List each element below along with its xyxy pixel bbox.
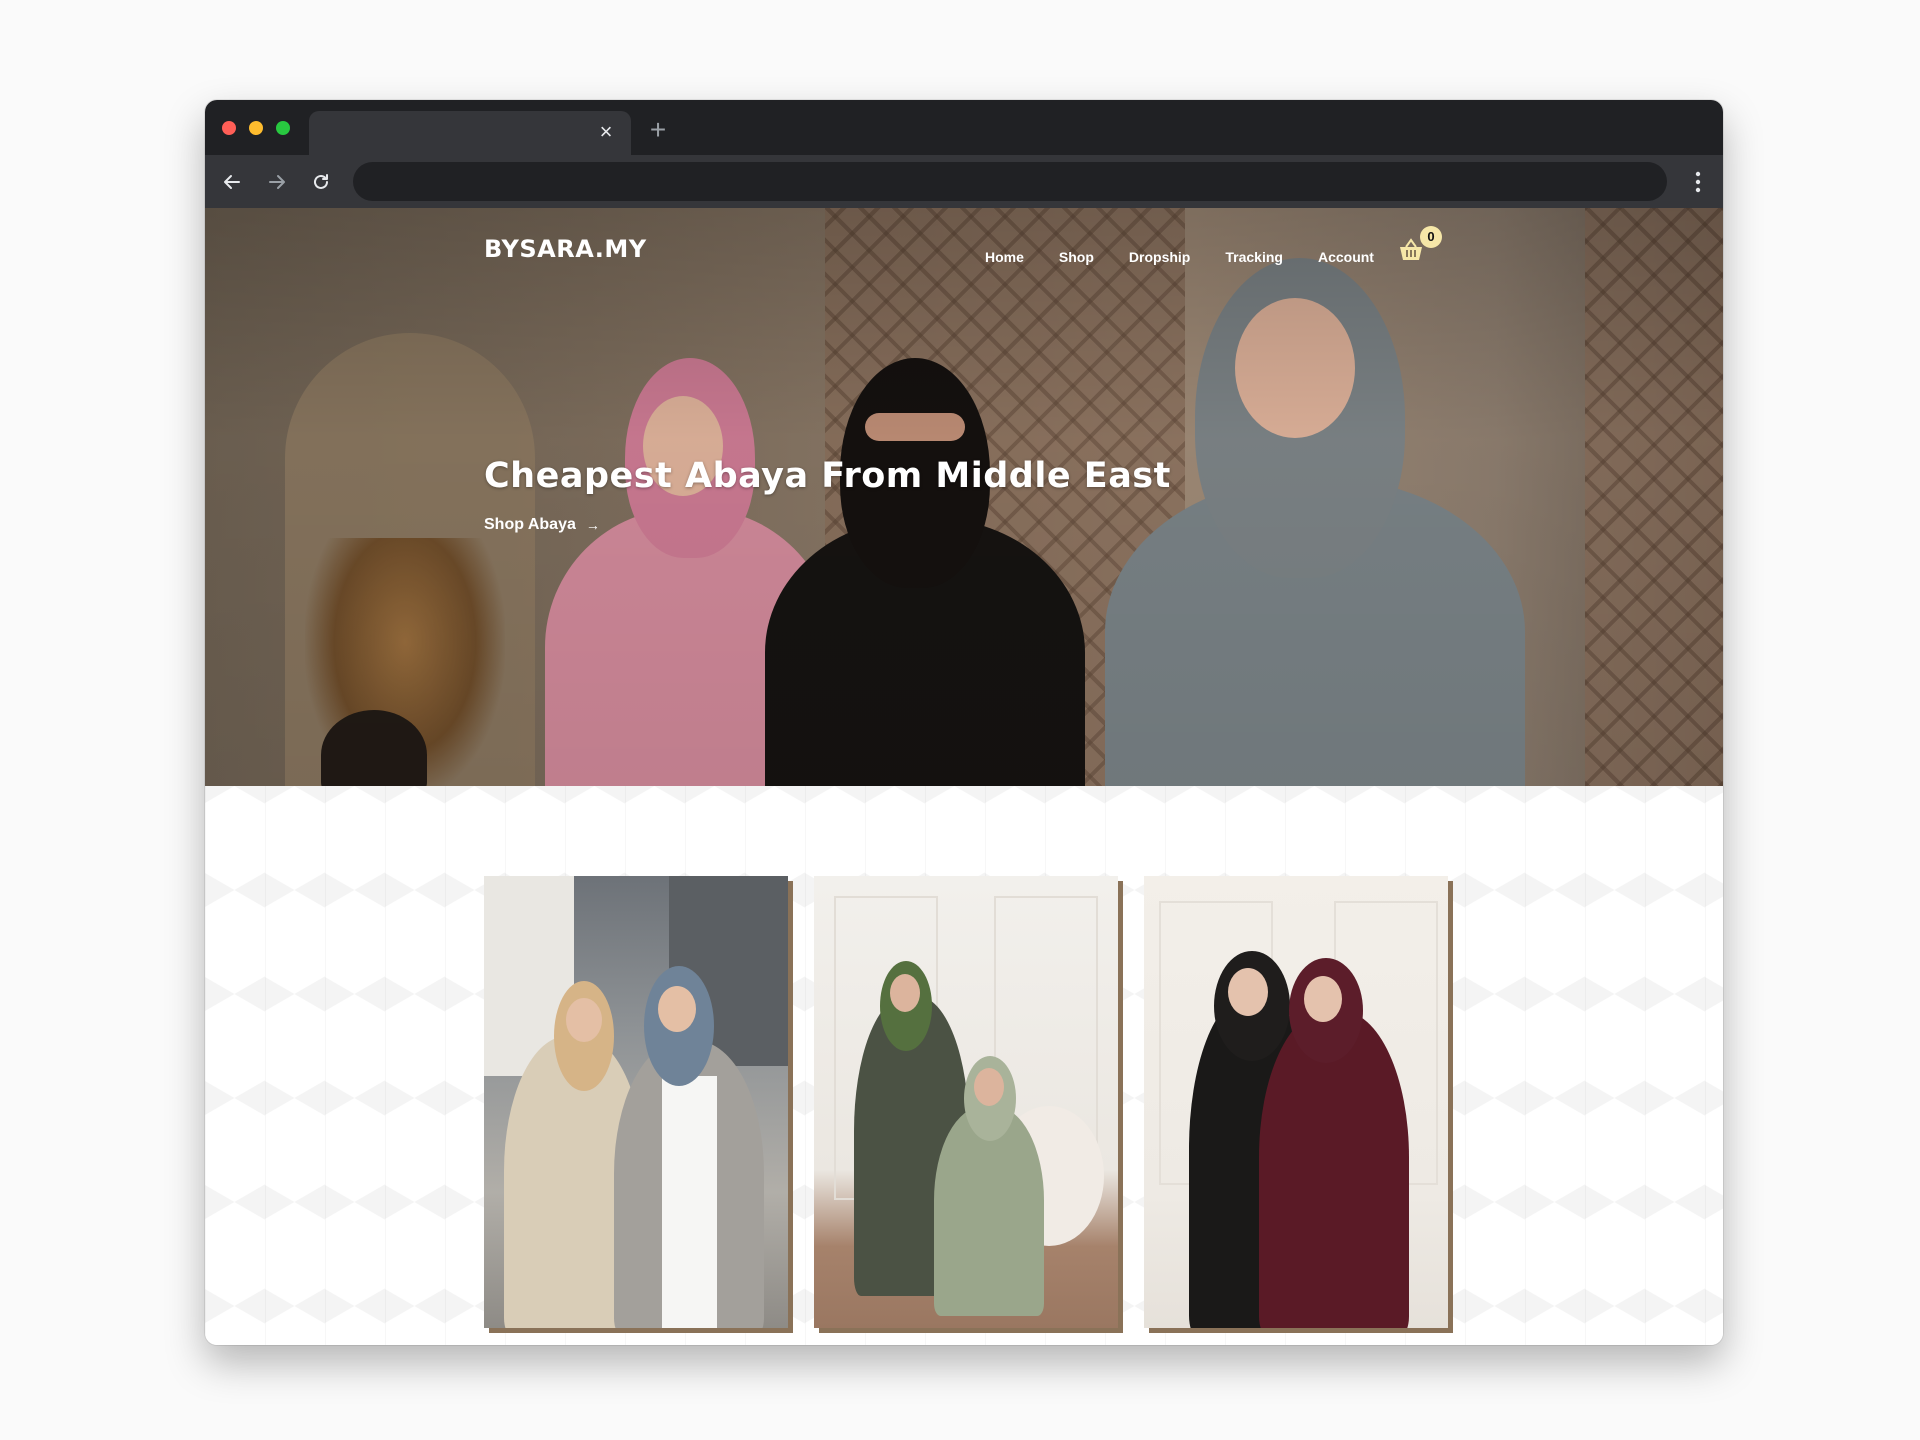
arrow-right-icon: → bbox=[585, 517, 600, 533]
nav-home[interactable]: Home bbox=[985, 249, 1024, 265]
nav-account[interactable]: Account bbox=[1318, 249, 1374, 265]
nav-tracking[interactable]: Tracking bbox=[1225, 249, 1283, 265]
hero-title: Cheapest Abaya From Middle East bbox=[484, 456, 1171, 496]
page-viewport: BYSARA.MY Home Shop Dropship Tracking Ac… bbox=[205, 208, 1723, 1345]
nav-dropship[interactable]: Dropship bbox=[1129, 249, 1190, 265]
browser-tab[interactable]: × bbox=[309, 111, 631, 155]
minimize-window-button[interactable] bbox=[249, 121, 263, 135]
product-card-paisley-kimono[interactable] bbox=[484, 876, 788, 1328]
product-card-black-maroon[interactable] bbox=[1144, 876, 1448, 1328]
forward-arrow-icon[interactable] bbox=[262, 167, 292, 197]
close-window-button[interactable] bbox=[222, 121, 236, 135]
back-arrow-icon[interactable] bbox=[217, 167, 247, 197]
main-nav: Home Shop Dropship Tracking Account bbox=[985, 242, 1409, 272]
shop-abaya-label: Shop Abaya bbox=[484, 516, 576, 533]
site-logo[interactable]: BYSARA.MY bbox=[484, 235, 647, 263]
browser-window: × + BYSARA.MY Home Shop Dropship Trackin… bbox=[205, 100, 1723, 1345]
hero-banner: BYSARA.MY Home Shop Dropship Tracking Ac… bbox=[205, 208, 1723, 786]
browser-toolbar bbox=[205, 155, 1723, 208]
kebab-menu-icon[interactable] bbox=[1691, 168, 1705, 196]
plus-icon[interactable]: + bbox=[642, 114, 674, 146]
reload-icon[interactable] bbox=[306, 167, 336, 197]
collections-section bbox=[205, 786, 1723, 1345]
address-bar[interactable] bbox=[353, 162, 1667, 201]
close-icon[interactable]: × bbox=[593, 119, 619, 145]
shop-abaya-link[interactable]: Shop Abaya → bbox=[484, 516, 600, 534]
hero-overlay bbox=[205, 208, 1723, 786]
maximize-window-button[interactable] bbox=[276, 121, 290, 135]
cart-count-badge: 0 bbox=[1420, 226, 1442, 248]
product-card-olive-set[interactable] bbox=[814, 876, 1118, 1328]
browser-titlebar: × + bbox=[205, 100, 1723, 155]
nav-shop[interactable]: Shop bbox=[1059, 249, 1094, 265]
